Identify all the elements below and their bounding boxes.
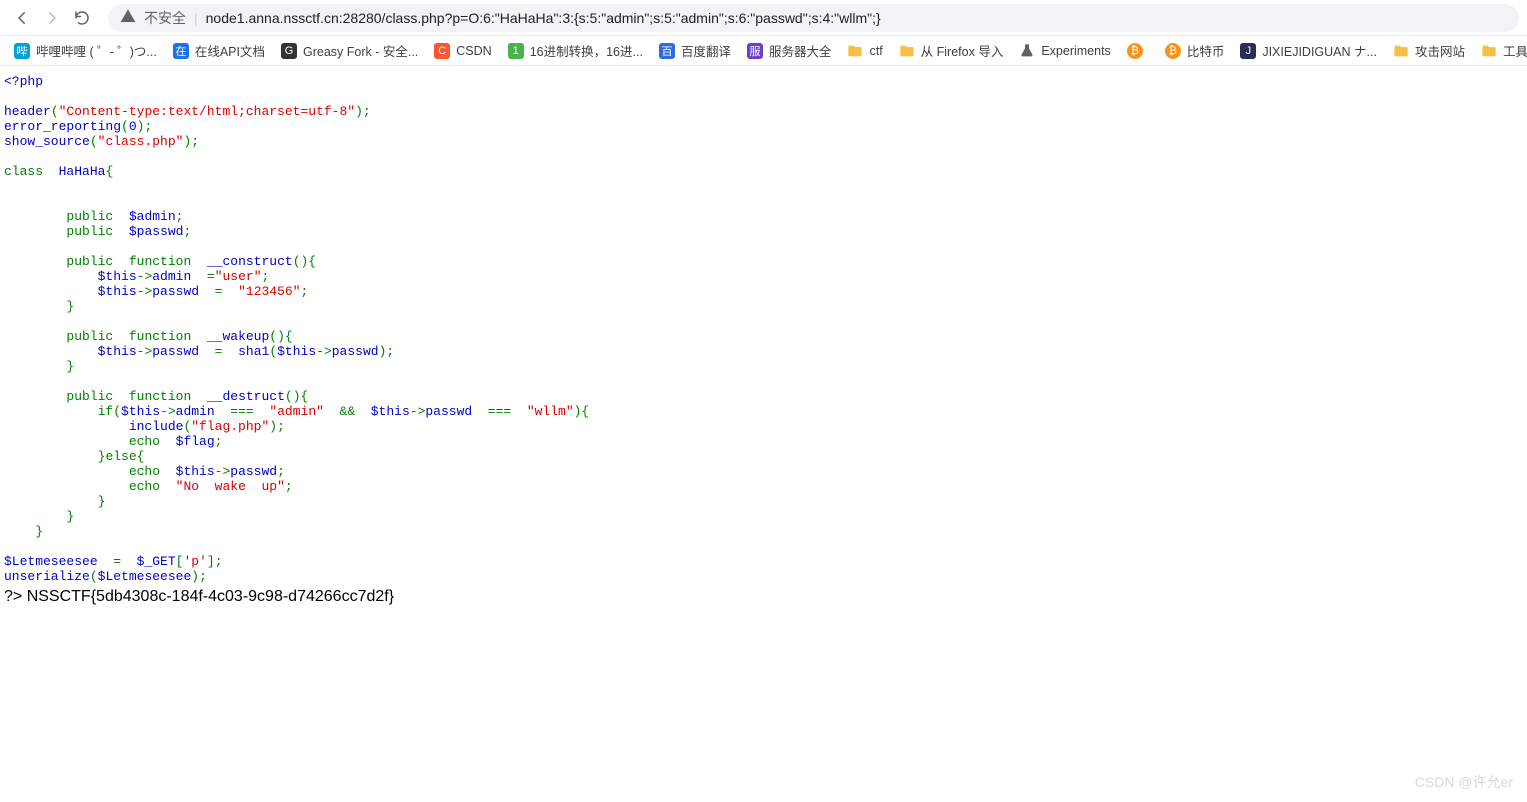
- folder-icon: [1481, 43, 1497, 59]
- favicon: 百: [659, 43, 675, 59]
- bookmark-item[interactable]: C CSDN: [430, 41, 495, 61]
- bookmark-item[interactable]: 从 Firefox 导入: [895, 39, 1008, 62]
- folder-icon: [899, 43, 915, 59]
- bookmark-label: 哔哩哔哩 ( ゜- ゜)つ...: [36, 41, 157, 60]
- bookmark-label: 工具: [1503, 41, 1527, 60]
- url-text: node1.anna.nssctf.cn:28280/class.php?p=O…: [206, 10, 881, 26]
- bookmark-item[interactable]: 工具: [1477, 39, 1527, 62]
- bookmark-label: 在线API文档: [195, 41, 265, 60]
- bookmark-item[interactable]: J JIXIEJIDIGUAN ナ...: [1236, 39, 1381, 62]
- favicon: ₿: [1127, 43, 1143, 59]
- favicon: 服: [747, 43, 763, 59]
- browser-toolbar: 不安全 | node1.anna.nssctf.cn:28280/class.p…: [0, 0, 1527, 36]
- reload-button[interactable]: [68, 4, 96, 32]
- favicon: 哔: [14, 43, 30, 59]
- bookmark-item[interactable]: 攻击网站: [1389, 39, 1469, 62]
- bookmark-item[interactable]: ctf: [843, 41, 886, 61]
- favicon: C: [434, 43, 450, 59]
- bookmark-label: 从 Firefox 导入: [921, 41, 1004, 60]
- bookmark-label: Greasy Fork - 安全...: [303, 41, 418, 60]
- favicon: 在: [173, 43, 189, 59]
- addr-separator: |: [194, 10, 198, 26]
- bookmark-item[interactable]: 哔哔哩哔哩 ( ゜- ゜)つ...: [10, 39, 161, 62]
- bookmark-item[interactable]: 服服务器大全: [743, 39, 836, 62]
- bookmark-item[interactable]: ₿: [1123, 41, 1153, 61]
- bookmark-label: 16进制转换，16进...: [530, 41, 643, 60]
- php-source: <?php header("Content-type:text/html;cha…: [4, 74, 1523, 584]
- warning-icon: [120, 8, 136, 27]
- favicon: J: [1240, 43, 1256, 59]
- watermark: CSDN @许允er: [1415, 772, 1513, 792]
- page-content: <?php header("Content-type:text/html;cha…: [0, 66, 1527, 610]
- bookmark-item[interactable]: ₿ 比特币: [1161, 39, 1229, 62]
- bookmark-label: Experiments: [1041, 44, 1110, 58]
- bookmark-item[interactable]: 百百度翻译: [655, 39, 735, 62]
- bookmark-label: ctf: [869, 44, 882, 58]
- back-button[interactable]: [8, 4, 36, 32]
- bookmark-label: 比特币: [1187, 41, 1225, 60]
- address-bar[interactable]: 不安全 | node1.anna.nssctf.cn:28280/class.p…: [108, 4, 1519, 32]
- bookmark-label: JIXIEJIDIGUAN ナ...: [1262, 41, 1377, 60]
- bookmark-label: CSDN: [456, 44, 491, 58]
- bookmark-item[interactable]: G Greasy Fork - 安全...: [277, 39, 422, 62]
- favicon: ₿: [1165, 43, 1181, 59]
- folder-icon: [1393, 43, 1409, 59]
- bookmarks-bar: 哔哔哩哔哩 ( ゜- ゜)つ... 在在线API文档 G Greasy Fork - …: [0, 36, 1527, 66]
- bookmark-item[interactable]: 1 16进制转换，16进...: [504, 39, 647, 62]
- bookmark-item[interactable]: 在在线API文档: [169, 39, 269, 62]
- bookmark-label: 百度翻译: [681, 41, 731, 60]
- bookmark-item[interactable]: Experiments: [1015, 41, 1114, 61]
- folder-icon: [847, 43, 863, 59]
- forward-button[interactable]: [38, 4, 66, 32]
- favicon: 1: [508, 43, 524, 59]
- favicon: G: [281, 43, 297, 59]
- insecure-label: 不安全: [144, 8, 186, 28]
- bookmark-label: 服务器大全: [769, 41, 832, 60]
- output-line: ?> NSSCTF{5db4308c-184f-4c03-9c98-d74266…: [4, 588, 1523, 606]
- flask-icon: [1019, 43, 1035, 59]
- bookmark-label: 攻击网站: [1415, 41, 1465, 60]
